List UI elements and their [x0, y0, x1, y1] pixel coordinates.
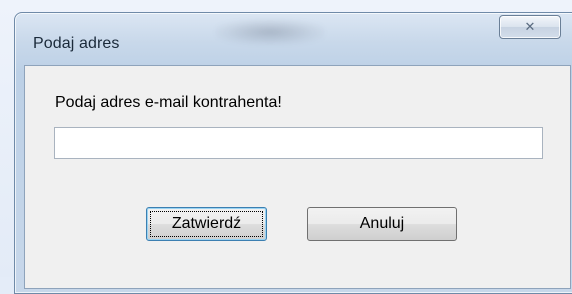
- title-bar-glow: [215, 19, 325, 45]
- dialog-body: Podaj adres e-mail kontrahenta! Zatwierd…: [24, 65, 571, 289]
- email-input[interactable]: [54, 127, 543, 159]
- cancel-button-label: Anuluj: [359, 215, 405, 232]
- close-button[interactable]: ✕: [499, 15, 561, 39]
- window-title: Podaj adres: [33, 35, 120, 52]
- dialog-window: Podaj adres ✕ Podaj adres e-mail kontrah…: [14, 12, 572, 294]
- confirm-button-label: Zatwierdź: [171, 215, 242, 232]
- close-icon: ✕: [524, 19, 536, 35]
- email-prompt-label: Podaj adres e-mail kontrahenta!: [55, 94, 282, 111]
- confirm-button[interactable]: Zatwierdź: [146, 207, 267, 241]
- cancel-button[interactable]: Anuluj: [307, 207, 457, 241]
- title-bar[interactable]: Podaj adres ✕: [15, 13, 572, 65]
